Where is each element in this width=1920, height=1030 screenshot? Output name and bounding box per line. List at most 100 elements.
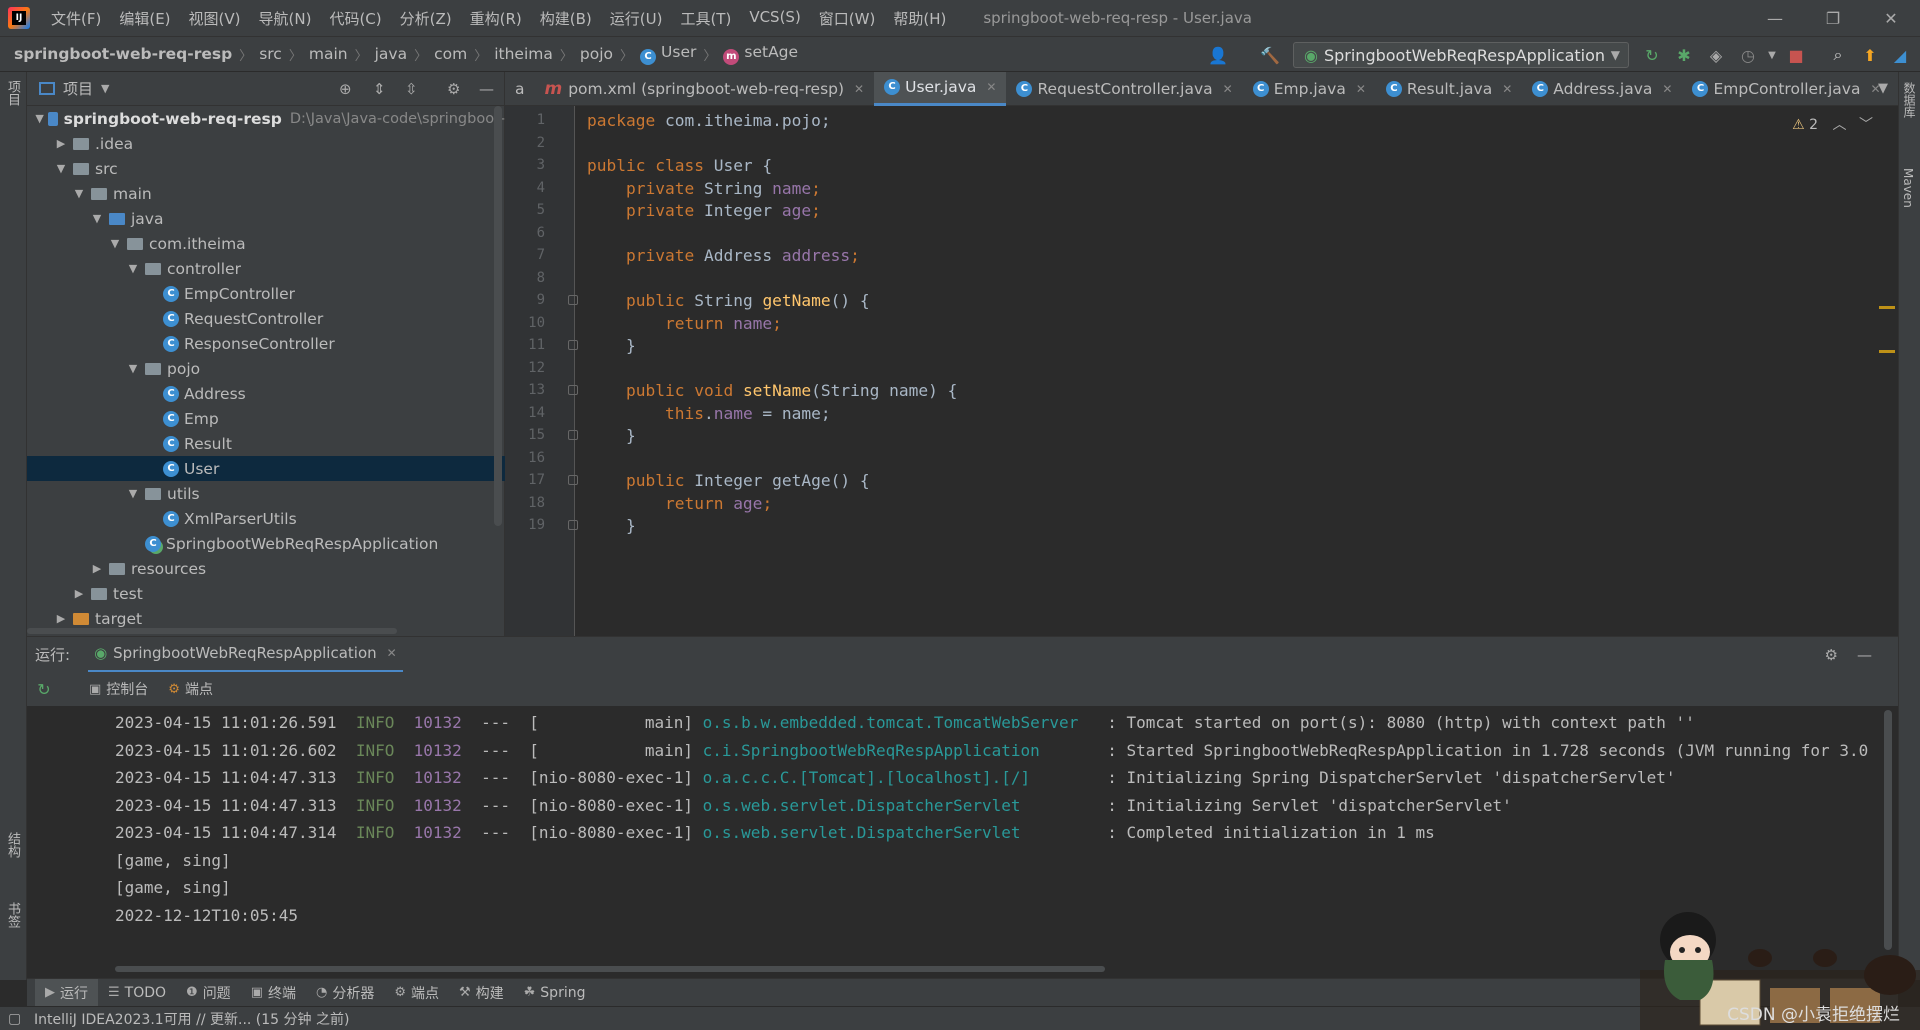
bookmarks-tool-tab[interactable]: 书签 bbox=[3, 902, 22, 928]
editor-tab[interactable]: C EmpController.java ✕ bbox=[1682, 72, 1890, 106]
warning-marker[interactable] bbox=[1879, 306, 1895, 309]
tree-item[interactable]: C Address bbox=[27, 381, 505, 406]
tree-item[interactable]: ▼ pojo bbox=[27, 356, 505, 381]
rerun-icon[interactable]: ↻ bbox=[34, 680, 54, 699]
locate-file-icon[interactable]: ⊕ bbox=[339, 80, 352, 98]
breadcrumb-item[interactable]: main bbox=[309, 45, 348, 63]
tool-window-tab[interactable]: ⚒ 构建 bbox=[449, 983, 514, 1003]
editor-tab[interactable]: C Result.java ✕ bbox=[1376, 72, 1522, 106]
tool-window-tab[interactable]: ▣ 终端 bbox=[241, 983, 306, 1003]
gear-icon[interactable]: ⚙ bbox=[1825, 646, 1838, 664]
tree-item[interactable]: ▼ com.itheima bbox=[27, 231, 505, 256]
tree-item[interactable]: C Emp bbox=[27, 406, 505, 431]
menu-item[interactable]: 视图(V) bbox=[180, 8, 250, 29]
fold-marker-icon[interactable] bbox=[568, 295, 578, 305]
tree-root[interactable]: ▼ springboot-web-req-resp D:\Java\Java-c… bbox=[27, 106, 505, 131]
console-tab[interactable]: ▣ 控制台 bbox=[79, 679, 158, 699]
fold-marker-icon[interactable] bbox=[568, 340, 578, 350]
next-highlight-icon[interactable]: ﹀ bbox=[1859, 117, 1873, 133]
breadcrumb-item[interactable]: pojo bbox=[580, 45, 613, 63]
chevron-down-icon[interactable]: ▼ bbox=[71, 187, 87, 200]
code-line[interactable]: private Address address; bbox=[587, 242, 860, 269]
editor-tab[interactable]: C Emp.java ✕ bbox=[1243, 72, 1376, 106]
breadcrumb-item[interactable]: src bbox=[259, 45, 282, 63]
tree-item[interactable]: ▶ .idea bbox=[27, 131, 505, 156]
warning-indicator[interactable]: ⚠ 2 ︿ ﹀ bbox=[1792, 114, 1873, 134]
tree-item[interactable]: C SpringbootWebReqRespApplication bbox=[27, 531, 505, 556]
tree-item[interactable]: C User bbox=[27, 456, 505, 481]
code-line[interactable]: private Integer age; bbox=[587, 197, 821, 224]
layout-icon[interactable]: ▢ bbox=[8, 1011, 21, 1027]
menu-item[interactable]: 代码(C) bbox=[320, 8, 390, 29]
breadcrumb-method[interactable]: m setAge bbox=[723, 43, 798, 65]
chevron-down-icon[interactable]: ▼ bbox=[125, 262, 141, 275]
code-editor[interactable]: 1 2 3 4 5 6 7 8 9 10 11 12 13 14 15 16 17 18 19 package co… bbox=[505, 106, 1898, 636]
editor-tab[interactable]: C Address.java ✕ bbox=[1522, 72, 1682, 106]
gear-icon[interactable]: ⚙ bbox=[447, 80, 460, 98]
maven-tool-tab[interactable]: Maven bbox=[1901, 168, 1915, 208]
breadcrumb-item[interactable]: itheima bbox=[494, 45, 553, 63]
tree-item[interactable]: C ResponseController bbox=[27, 331, 505, 356]
tree-item[interactable]: C EmpController bbox=[27, 281, 505, 306]
menu-item[interactable]: 分析(Z) bbox=[391, 8, 461, 29]
tree-item[interactable]: C Result bbox=[27, 431, 505, 456]
expand-all-icon[interactable]: ⇕ bbox=[373, 80, 386, 98]
chevron-down-icon[interactable]: ▼ bbox=[107, 237, 123, 250]
chevron-right-icon[interactable]: ▶ bbox=[71, 587, 87, 600]
ide-assistant-icon[interactable]: ◢ bbox=[1890, 45, 1910, 65]
project-panel-title[interactable]: 项目 bbox=[63, 78, 93, 99]
tool-window-tab[interactable]: ◔ 分析器 bbox=[306, 983, 384, 1003]
editor-tab[interactable]: a bbox=[505, 72, 535, 106]
close-icon[interactable]: ✕ bbox=[1662, 82, 1672, 96]
editor-tab[interactable]: m pom.xml (springboot-web-req-resp) ✕ bbox=[535, 72, 875, 106]
database-tool-tab[interactable]: 数据库 bbox=[1901, 82, 1918, 118]
debug-icon[interactable]: ✱ bbox=[1674, 45, 1694, 65]
code-line[interactable]: } bbox=[587, 422, 636, 449]
menu-item[interactable]: 工具(T) bbox=[671, 8, 740, 29]
chevron-down-icon[interactable]: ▼ bbox=[89, 212, 105, 225]
rerun-icon[interactable]: ↻ bbox=[1642, 45, 1662, 65]
restore-icon[interactable]: ❐ bbox=[1804, 0, 1862, 36]
breadcrumb-class[interactable]: C User bbox=[640, 43, 696, 65]
tool-window-tab[interactable]: ☰ TODO bbox=[98, 985, 176, 1001]
update-icon[interactable]: ⬆ bbox=[1860, 45, 1880, 65]
user-icon[interactable]: 👤 bbox=[1208, 45, 1228, 65]
editor-tab[interactable]: C RequestController.java ✕ bbox=[1006, 72, 1242, 106]
fold-marker-icon[interactable] bbox=[568, 475, 578, 485]
menu-item[interactable]: 帮助(H) bbox=[884, 8, 955, 29]
menu-item[interactable]: 运行(U) bbox=[601, 8, 672, 29]
menu-item[interactable]: 导航(N) bbox=[250, 8, 321, 29]
endpoints-tab[interactable]: ⚙ 端点 bbox=[158, 679, 223, 699]
tool-window-tab[interactable]: ❶ 问题 bbox=[176, 983, 241, 1003]
previous-highlight-icon[interactable]: ︿ bbox=[1833, 117, 1847, 133]
breadcrumb-project[interactable]: springboot-web-req-resp bbox=[14, 45, 232, 63]
close-icon[interactable]: ✕ bbox=[1502, 82, 1512, 96]
chevron-right-icon[interactable]: ▶ bbox=[53, 612, 69, 625]
tree-item[interactable]: ▼ controller bbox=[27, 256, 505, 281]
menu-item[interactable]: 构建(B) bbox=[531, 8, 601, 29]
tree-item[interactable]: ▶ test bbox=[27, 581, 505, 606]
menu-item[interactable]: 文件(F) bbox=[42, 8, 110, 29]
tree-scrollbar[interactable] bbox=[494, 106, 502, 526]
tree-item[interactable]: ▼ utils bbox=[27, 481, 505, 506]
chevron-down-icon[interactable]: ▼ bbox=[125, 362, 141, 375]
code-line[interactable]: } bbox=[587, 512, 636, 539]
chevron-down-icon[interactable]: ▼ bbox=[53, 162, 69, 175]
close-icon[interactable]: ✕ bbox=[986, 80, 996, 94]
more-run-chevron-icon[interactable]: ▼ bbox=[1762, 45, 1782, 65]
fold-marker-icon[interactable] bbox=[568, 385, 578, 395]
code-line[interactable]: } bbox=[587, 332, 636, 359]
menu-item[interactable]: VCS(S) bbox=[740, 8, 809, 29]
tree-item[interactable]: ▶ resources bbox=[27, 556, 505, 581]
menu-item[interactable]: 窗口(W) bbox=[810, 8, 885, 29]
chevron-down-icon[interactable]: ▼ bbox=[101, 82, 109, 95]
tool-window-tab[interactable]: ☘ Spring bbox=[514, 985, 596, 1001]
tree-item[interactable]: ▼ java bbox=[27, 206, 505, 231]
menu-item[interactable]: 重构(R) bbox=[461, 8, 531, 29]
chevron-right-icon[interactable]: ▶ bbox=[53, 137, 69, 150]
tool-window-tab[interactable]: ⚙ 端点 bbox=[384, 983, 449, 1003]
code-line[interactable]: package com.itheima.pojo; bbox=[587, 107, 831, 134]
project-tool-tab[interactable]: 项目 bbox=[3, 80, 22, 106]
chevron-right-icon[interactable]: ▶ bbox=[89, 562, 105, 575]
fold-marker-icon[interactable] bbox=[568, 430, 578, 440]
